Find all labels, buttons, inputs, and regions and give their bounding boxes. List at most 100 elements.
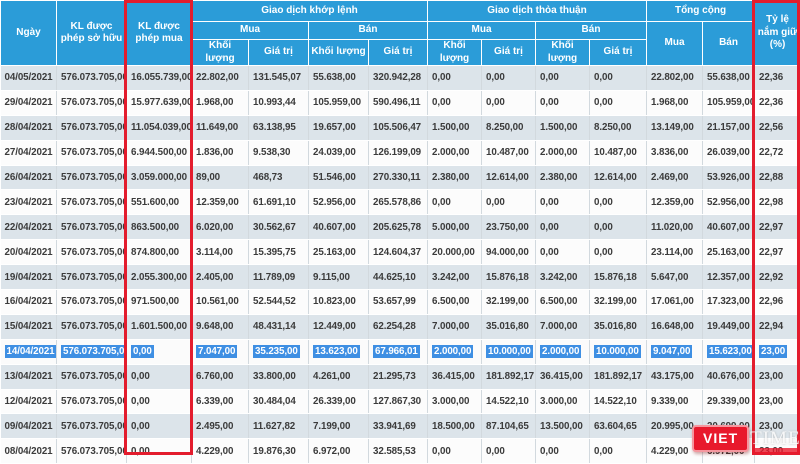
cell-allowed-buy: 863.500,00 <box>127 215 192 240</box>
cell-om-sell-volume: 105.959,00 <box>309 90 369 115</box>
table-row[interactable]: 29/04/2021 576.073.705,00 15.977.639,00 … <box>1 90 800 115</box>
cell-allowed-buy: 0,00 <box>127 339 192 364</box>
cell-pt-buy-volume: 18.500,00 <box>428 414 482 439</box>
cell-pt-buy-value: 87.104,65 <box>482 414 536 439</box>
cell-date: 09/04/2021 <box>1 414 57 439</box>
table-row[interactable]: 12/04/2021 576.073.705,00 0,00 6.339,00 … <box>1 389 800 414</box>
col-header-allowed-buy: KL được phép mua <box>127 1 192 66</box>
cell-om-sell-value: 127.867,30 <box>369 389 428 414</box>
cell-allowed-own: 576.073.705,00 <box>57 290 127 315</box>
cell-pt-sell-value: 181.892,17 <box>590 364 647 389</box>
cell-holding-ratio: 23,00 <box>755 414 800 439</box>
cell-pt-sell-volume: 2.380,00 <box>536 165 590 190</box>
table-row[interactable]: 13/04/2021 576.073.705,00 0,00 6.760,00 … <box>1 364 800 389</box>
cell-om-buy-value: 9.538,30 <box>249 140 309 165</box>
col-header-pt-sell-value: Giá trị <box>590 40 647 66</box>
cell-pt-buy-volume: 1.500,00 <box>428 115 482 140</box>
cell-allowed-buy: 551.600,00 <box>127 190 192 215</box>
cell-om-sell-value: 44.625,10 <box>369 265 428 290</box>
cell-allowed-buy: 2.055.300,00 <box>127 265 192 290</box>
table-row[interactable]: 08/04/2021 576.073.705,00 0,00 4.229,00 … <box>1 439 800 464</box>
cell-om-buy-volume: 10.561,00 <box>192 290 249 315</box>
cell-date: 29/04/2021 <box>1 90 57 115</box>
cell-pt-sell-volume: 2.000,00 <box>536 140 590 165</box>
cell-allowed-buy: 874.800,00 <box>127 240 192 265</box>
cell-om-buy-value: 63.138,95 <box>249 115 309 140</box>
cell-allowed-own: 576.073.705,00 <box>57 215 127 240</box>
table-row[interactable]: 16/04/2021 576.073.705,00 971.500,00 10.… <box>1 290 800 315</box>
cell-om-buy-value: 11.627,82 <box>249 414 309 439</box>
cell-pt-sell-value: 10.487,00 <box>590 140 647 165</box>
cell-total-sell: 53.926,00 <box>703 165 755 190</box>
cell-holding-ratio: 22,92 <box>755 265 800 290</box>
cell-total-buy: 12.359,00 <box>647 190 703 215</box>
cell-allowed-buy: 11.054.039,00 <box>127 115 192 140</box>
table-row[interactable]: 28/04/2021 576.073.705,00 11.054.039,00 … <box>1 115 800 140</box>
cell-om-sell-volume: 55.638,00 <box>309 66 369 91</box>
cell-om-sell-volume: 10.823,00 <box>309 290 369 315</box>
cell-date: 12/04/2021 <box>1 389 57 414</box>
cell-om-sell-volume: 25.163,00 <box>309 240 369 265</box>
table-row[interactable]: 23/04/2021 576.073.705,00 551.600,00 12.… <box>1 190 800 215</box>
cell-date: 16/04/2021 <box>1 290 57 315</box>
table-row[interactable]: 19/04/2021 576.073.705,00 2.055.300,00 2… <box>1 265 800 290</box>
cell-pt-buy-volume: 6.500,00 <box>428 290 482 315</box>
cell-om-buy-volume: 4.229,00 <box>192 439 249 464</box>
cell-total-sell: 105.959,00 <box>703 90 755 115</box>
cell-allowed-buy: 3.059.000,00 <box>127 165 192 190</box>
cell-pt-buy-value: 94.000,00 <box>482 240 536 265</box>
cell-total-buy: 11.020,00 <box>647 215 703 240</box>
col-header-om-sell-value: Giá trị <box>369 40 428 66</box>
cell-om-buy-volume: 2.405,00 <box>192 265 249 290</box>
cell-total-buy: 16.648,00 <box>647 314 703 339</box>
table-row[interactable]: 22/04/2021 576.073.705,00 863.500,00 6.0… <box>1 215 800 240</box>
col-header-allowed-own: KL được phép sở hữu <box>57 1 127 66</box>
cell-date: 22/04/2021 <box>1 215 57 240</box>
cell-holding-ratio: 22,94 <box>755 314 800 339</box>
cell-pt-buy-value: 12.614,00 <box>482 165 536 190</box>
cell-total-sell: 25.163,00 <box>703 240 755 265</box>
cell-pt-sell-value: 0,00 <box>590 439 647 464</box>
col-header-pt-buy-value: Giá trị <box>482 40 536 66</box>
cell-om-sell-value: 32.585,53 <box>369 439 428 464</box>
cell-om-sell-volume: 52.956,00 <box>309 190 369 215</box>
table-row[interactable]: 04/05/2021 576.073.705,00 16.055.739,00 … <box>1 66 800 91</box>
cell-pt-sell-value: 32.199,00 <box>590 290 647 315</box>
cell-allowed-own: 576.073.705,00 <box>57 339 127 364</box>
table-row[interactable]: 20/04/2021 576.073.705,00 874.800,00 3.1… <box>1 240 800 265</box>
cell-date: 08/04/2021 <box>1 439 57 464</box>
table-row[interactable]: 27/04/2021 576.073.705,00 6.944.500,00 1… <box>1 140 800 165</box>
cell-pt-buy-value: 0,00 <box>482 439 536 464</box>
table-row[interactable]: 09/04/2021 576.073.705,00 0,00 2.495,00 … <box>1 414 800 439</box>
table-row[interactable]: 15/04/2021 576.073.705,00 1.601.500,00 9… <box>1 314 800 339</box>
table-header: Ngày KL được phép sở hữu KL được phép mu… <box>1 1 800 66</box>
cell-om-sell-volume: 24.039,00 <box>309 140 369 165</box>
subheader-pt-sell: Bán <box>536 22 647 40</box>
cell-om-buy-value: 35.235,00 <box>249 339 309 364</box>
cell-pt-sell-value: 8.250,00 <box>590 115 647 140</box>
cell-date: 04/05/2021 <box>1 66 57 91</box>
cell-total-sell: 12.357,00 <box>703 265 755 290</box>
cell-date: 14/04/2021 <box>1 339 57 364</box>
col-header-holding-ratio: Tỷ lệ nắm giữ (%) <box>755 1 800 66</box>
cell-allowed-own: 576.073.705,00 <box>57 414 127 439</box>
table-row[interactable]: 26/04/2021 576.073.705,00 3.059.000,00 8… <box>1 165 800 190</box>
cell-om-buy-value: 52.544,52 <box>249 290 309 315</box>
cell-allowed-own: 576.073.705,00 <box>57 190 127 215</box>
cell-total-buy: 2.469,00 <box>647 165 703 190</box>
cell-allowed-buy: 16.055.739,00 <box>127 66 192 91</box>
cell-om-buy-value: 468,73 <box>249 165 309 190</box>
cell-total-sell: 40.607,00 <box>703 215 755 240</box>
cell-pt-buy-volume: 7.000,00 <box>428 314 482 339</box>
table-row[interactable]: 14/04/2021 576.073.705,00 0,00 7.047,00 … <box>1 339 800 364</box>
cell-om-buy-volume: 12.359,00 <box>192 190 249 215</box>
cell-allowed-buy: 0,00 <box>127 364 192 389</box>
cell-pt-buy-value: 23.750,00 <box>482 215 536 240</box>
cell-pt-buy-value: 0,00 <box>482 90 536 115</box>
cell-allowed-own: 576.073.705,00 <box>57 165 127 190</box>
cell-holding-ratio: 22,97 <box>755 215 800 240</box>
cell-pt-buy-volume: 3.000,00 <box>428 389 482 414</box>
cell-om-sell-volume: 19.657,00 <box>309 115 369 140</box>
cell-om-buy-value: 30.562,67 <box>249 215 309 240</box>
cell-pt-buy-value: 8.250,00 <box>482 115 536 140</box>
